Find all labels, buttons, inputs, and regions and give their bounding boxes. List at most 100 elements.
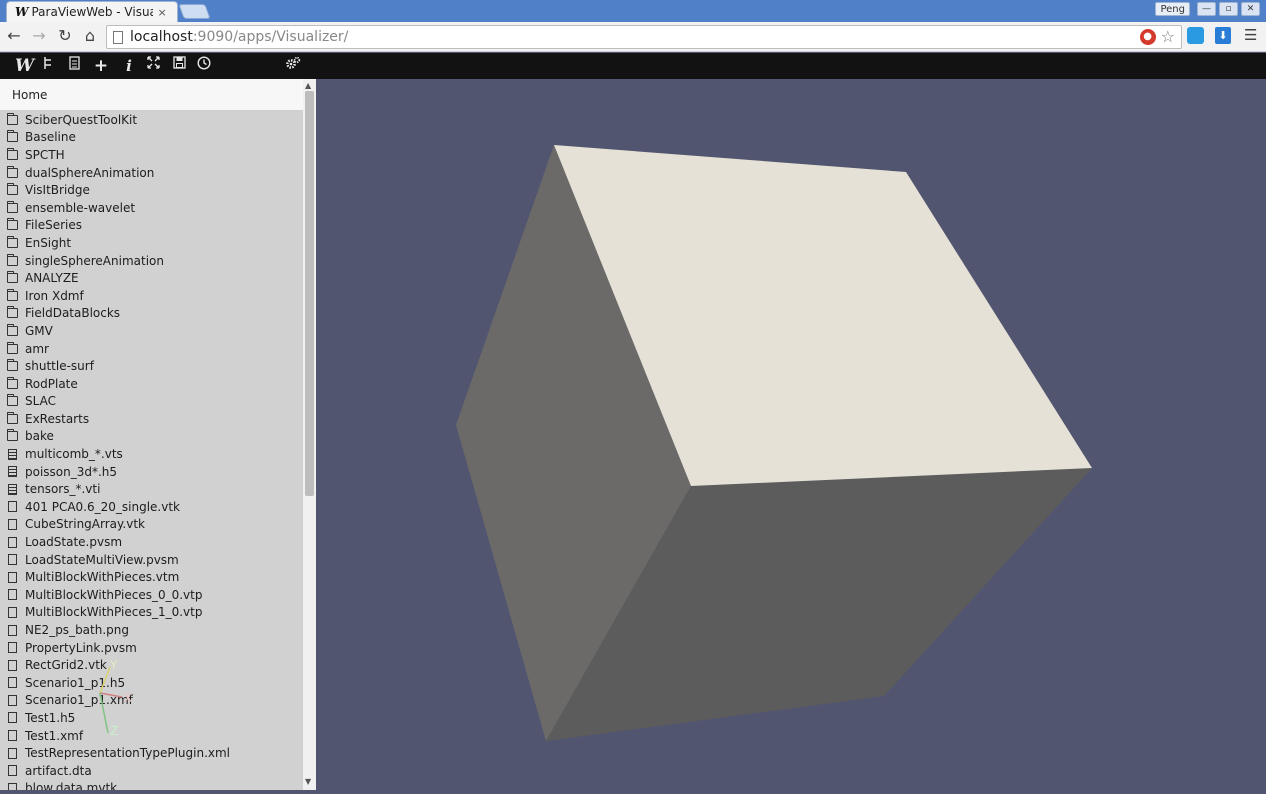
- axis-x-label: X: [124, 691, 132, 705]
- adblock-icon[interactable]: ●: [1139, 29, 1156, 45]
- browser-menu-icon[interactable]: ☰: [1244, 26, 1257, 44]
- file-list-item[interactable]: singleSphereAnimation: [0, 252, 303, 270]
- file-list-item[interactable]: CubeStringArray.vtk: [0, 516, 303, 534]
- file-list-item[interactable]: Test1.h5: [0, 709, 303, 727]
- file-list-item-label: CubeStringArray.vtk: [25, 517, 145, 532]
- page-icon: [113, 30, 123, 44]
- file-list-item[interactable]: Test1.xmf: [0, 727, 303, 745]
- file-icon: [8, 642, 17, 654]
- file-list-item[interactable]: RodPlate: [0, 375, 303, 393]
- file-list-item[interactable]: 401 PCA0.6_20_single.vtk: [0, 498, 303, 516]
- new-tab-button[interactable]: [178, 4, 211, 19]
- address-bar[interactable]: localhost:9090/apps/Visualizer/ ● ☆: [106, 25, 1182, 49]
- reload-button[interactable]: ↻: [55, 26, 75, 46]
- file-list-item[interactable]: multicomb_*.vts: [0, 445, 303, 463]
- file-list-item[interactable]: poisson_3d*.h5: [0, 463, 303, 481]
- close-window-button[interactable]: ✕: [1241, 2, 1260, 16]
- breadcrumb-home[interactable]: Home: [0, 79, 303, 111]
- file-list-item[interactable]: amr: [0, 340, 303, 358]
- file-list-item-label: LoadState.pvsm: [25, 535, 123, 550]
- file-list-item-label: FileSeries: [25, 218, 82, 233]
- folder-icon: [7, 130, 18, 143]
- extension-icon[interactable]: [1187, 27, 1204, 44]
- file-list-item[interactable]: MultiBlockWithPieces_0_0.vtp: [0, 586, 303, 604]
- file-list-item[interactable]: LoadState.pvsm: [0, 533, 303, 551]
- back-button[interactable]: ←: [4, 26, 24, 46]
- file-list-item-label: Iron Xdmf: [25, 288, 84, 303]
- file-list-item[interactable]: ExRestarts: [0, 410, 303, 428]
- restore-button[interactable]: ▫: [1219, 2, 1238, 16]
- folder-icon: [7, 359, 18, 372]
- folder-icon: [7, 183, 18, 196]
- paraview-logo-icon[interactable]: W: [12, 56, 34, 76]
- file-list-item[interactable]: NE2_ps_bath.png: [0, 621, 303, 639]
- folder-icon: [7, 376, 18, 389]
- file-list-item[interactable]: Iron Xdmf: [0, 287, 303, 305]
- file-list-item[interactable]: artifact.dta: [0, 762, 303, 780]
- minimize-button[interactable]: —: [1197, 2, 1216, 16]
- file-list-item[interactable]: TestRepresentationTypePlugin.xml: [0, 744, 303, 762]
- file-list-item-label: GMV: [25, 323, 53, 338]
- forward-button[interactable]: →: [29, 26, 49, 46]
- file-list-item[interactable]: dualSphereAnimation: [0, 164, 303, 182]
- file-list-item-label: shuttle-surf: [25, 359, 94, 374]
- scroll-down-icon[interactable]: ▼: [305, 777, 311, 786]
- download-icon[interactable]: ⬇: [1215, 27, 1231, 44]
- file-list-item-label: MultiBlockWithPieces_0_0.vtp: [25, 587, 203, 602]
- file-list-item[interactable]: VisItBridge: [0, 181, 303, 199]
- file-icon: [8, 659, 17, 671]
- file-list-item[interactable]: LoadStateMultiView.pvsm: [0, 551, 303, 569]
- file-list-item-label: EnSight: [25, 235, 72, 250]
- file-list-item[interactable]: EnSight: [0, 234, 303, 252]
- file-list-item[interactable]: ensemble-wavelet: [0, 199, 303, 217]
- file-list-item[interactable]: tensors_*.vti: [0, 480, 303, 498]
- file-list-item[interactable]: bake: [0, 428, 303, 446]
- file-list-item-label: MultiBlockWithPieces_1_0.vtp: [25, 605, 203, 620]
- render-viewport[interactable]: [316, 79, 1266, 790]
- file-list-item[interactable]: MultiBlockWithPieces_1_0.vtp: [0, 604, 303, 622]
- folder-icon: [7, 323, 18, 336]
- scrollbar-thumb[interactable]: [305, 91, 314, 496]
- file-list-item-label: RodPlate: [25, 376, 78, 391]
- file-list-item[interactable]: shuttle-surf: [0, 357, 303, 375]
- window-controls: Peng — ▫ ✕: [1155, 2, 1260, 16]
- home-button[interactable]: ⌂: [80, 26, 100, 46]
- file-icon[interactable]: [66, 56, 82, 76]
- history-icon[interactable]: [196, 56, 212, 76]
- profile-badge[interactable]: Peng: [1155, 2, 1190, 16]
- file-list-item-label: FieldDataBlocks: [25, 306, 121, 321]
- file-list-item[interactable]: GMV: [0, 322, 303, 340]
- browser-tab[interactable]: W ParaViewWeb - Visua ×: [6, 1, 178, 22]
- file-list-item-label: tensors_*.vti: [25, 482, 101, 497]
- folder-icon: [7, 288, 18, 301]
- fullscreen-icon[interactable]: [145, 56, 161, 76]
- file-list-item-label: ExRestarts: [25, 411, 90, 426]
- file-list-scrollbar[interactable]: ▲ ▼: [303, 79, 316, 790]
- file-list-item[interactable]: SLAC: [0, 393, 303, 411]
- pipeline-icon[interactable]: [40, 56, 56, 76]
- folder-icon: [7, 218, 18, 231]
- file-list-item[interactable]: PropertyLink.pvsm: [0, 639, 303, 657]
- settings-icon[interactable]: [284, 56, 302, 76]
- close-tab-icon[interactable]: ×: [157, 6, 166, 19]
- file-list-item[interactable]: FieldDataBlocks: [0, 305, 303, 323]
- file-list-item[interactable]: Scenario1_p1.h5: [0, 674, 303, 692]
- file-list-item[interactable]: Baseline: [0, 129, 303, 147]
- file-list-item[interactable]: ANALYZE: [0, 269, 303, 287]
- file-list-item[interactable]: Scenario1_p1.xmf: [0, 692, 303, 710]
- file-list-item[interactable]: SciberQuestToolKit: [0, 111, 303, 129]
- file-list-item[interactable]: RectGrid2.vtk: [0, 656, 303, 674]
- file-list-item[interactable]: SPCTH: [0, 146, 303, 164]
- add-icon[interactable]: +: [93, 56, 109, 76]
- app-toolbar: W + i: [0, 53, 1266, 79]
- tab-title: ParaViewWeb - Visua: [31, 5, 154, 19]
- scroll-up-icon[interactable]: ▲: [305, 81, 311, 90]
- file-list-item[interactable]: FileSeries: [0, 217, 303, 235]
- save-icon[interactable]: [171, 56, 187, 76]
- file-list-item-label: ensemble-wavelet: [25, 200, 136, 215]
- bookmark-star-icon[interactable]: ☆: [1161, 29, 1175, 45]
- folder-icon: [7, 341, 18, 354]
- info-icon[interactable]: i: [121, 56, 137, 76]
- file-list-item[interactable]: blow.data.mvtk: [0, 780, 303, 790]
- file-list-item[interactable]: MultiBlockWithPieces.vtm: [0, 568, 303, 586]
